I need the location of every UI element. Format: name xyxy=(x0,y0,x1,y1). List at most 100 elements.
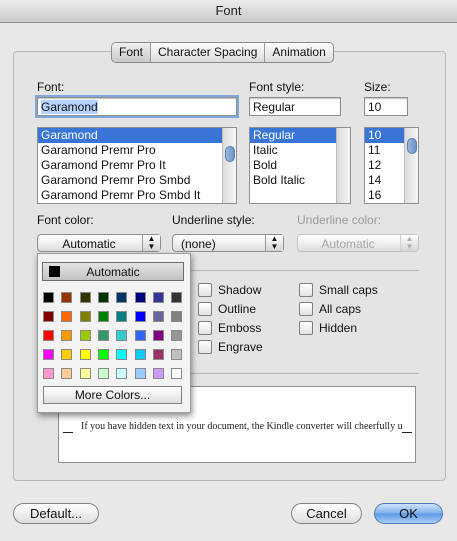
color-swatch[interactable] xyxy=(116,292,128,303)
color-swatch[interactable] xyxy=(61,368,73,379)
color-swatch[interactable] xyxy=(152,368,164,379)
color-swatch[interactable] xyxy=(97,311,109,322)
engrave-checkbox[interactable]: Engrave xyxy=(198,340,263,354)
size-list[interactable]: 10 11 12 14 16 xyxy=(364,127,419,204)
font-list[interactable]: Garamond Garamond Premr Pro Garamond Pre… xyxy=(37,127,237,204)
size-list-scrollbar[interactable] xyxy=(404,128,418,203)
color-swatch[interactable] xyxy=(43,330,54,341)
color-swatch[interactable] xyxy=(61,292,73,303)
style-list-item[interactable]: Regular xyxy=(250,128,350,143)
font-list-item[interactable]: Garamond Premr Pro Smbd It xyxy=(38,188,236,203)
color-swatch[interactable] xyxy=(61,349,73,360)
checkbox-box[interactable] xyxy=(299,302,313,316)
preview-baseline-mark xyxy=(63,432,73,433)
color-swatch[interactable] xyxy=(171,292,183,303)
color-swatch[interactable] xyxy=(79,311,91,322)
window-title: Font xyxy=(0,0,457,23)
checkbox-box[interactable] xyxy=(198,302,212,316)
color-swatch[interactable] xyxy=(152,349,164,360)
ok-button[interactable]: OK xyxy=(374,503,443,524)
color-swatch[interactable] xyxy=(134,330,146,341)
font-color-label: Font color: xyxy=(37,213,94,227)
color-swatch[interactable] xyxy=(43,368,54,379)
automatic-color-button[interactable]: Automatic xyxy=(42,262,184,281)
font-list-scrollbar[interactable] xyxy=(222,128,236,203)
color-swatch[interactable] xyxy=(61,330,73,341)
style-list-item[interactable]: Bold xyxy=(250,158,350,173)
updown-arrow-icon: ▲ ▼ xyxy=(400,235,418,251)
underline-color-value: Automatic xyxy=(321,237,375,251)
style-list-item[interactable]: Italic xyxy=(250,143,350,158)
color-swatch[interactable] xyxy=(152,330,164,341)
color-swatch[interactable] xyxy=(43,349,54,360)
font-label: Font: xyxy=(37,80,65,94)
font-color-popup[interactable]: Automatic ▲ ▼ xyxy=(37,234,161,252)
color-swatch[interactable] xyxy=(97,368,109,379)
preview-text: If you have hidden text in your document… xyxy=(81,421,403,432)
scroll-thumb[interactable] xyxy=(407,138,417,154)
checkbox-box[interactable] xyxy=(299,283,313,297)
underline-style-popup[interactable]: (none) ▲ ▼ xyxy=(172,234,284,252)
color-swatch[interactable] xyxy=(134,368,146,379)
emboss-checkbox[interactable]: Emboss xyxy=(198,321,261,335)
color-swatch[interactable] xyxy=(134,292,146,303)
color-swatch[interactable] xyxy=(152,292,164,303)
color-swatch[interactable] xyxy=(43,292,54,303)
size-value: 10 xyxy=(368,100,382,114)
color-swatch[interactable] xyxy=(152,311,164,322)
color-swatch[interactable] xyxy=(171,330,183,341)
color-swatch[interactable] xyxy=(79,292,91,303)
tab-bar: Font Character Spacing Animation xyxy=(111,42,334,63)
font-style-field[interactable]: Regular xyxy=(249,97,341,116)
color-swatch[interactable] xyxy=(116,311,128,322)
tab-character-spacing[interactable]: Character Spacing xyxy=(151,43,266,62)
font-list-item[interactable]: Garamond Premr Pro Smbd xyxy=(38,173,236,188)
font-name-value: Garamond xyxy=(41,100,98,114)
font-color-value: Automatic xyxy=(62,237,116,251)
checkbox-label: Small caps xyxy=(319,283,378,297)
all-caps-checkbox[interactable]: All caps xyxy=(299,302,361,316)
default-button[interactable]: Default... xyxy=(13,503,99,524)
outline-checkbox[interactable]: Outline xyxy=(198,302,256,316)
color-swatch[interactable] xyxy=(171,368,183,379)
style-list-item[interactable]: Bold Italic xyxy=(250,173,350,188)
color-swatch[interactable] xyxy=(97,292,109,303)
color-swatch[interactable] xyxy=(97,349,109,360)
color-swatch[interactable] xyxy=(43,311,54,322)
color-swatch[interactable] xyxy=(79,349,91,360)
font-list-item[interactable]: Garamond Premr Pro xyxy=(38,143,236,158)
color-swatch[interactable] xyxy=(134,311,146,322)
more-colors-button[interactable]: More Colors... xyxy=(43,386,182,404)
size-field[interactable]: 10 xyxy=(364,97,408,116)
color-swatch[interactable] xyxy=(116,330,128,341)
tab-animation[interactable]: Animation xyxy=(265,43,332,62)
font-list-item[interactable]: Garamond xyxy=(38,128,236,143)
color-swatch[interactable] xyxy=(171,311,183,322)
checkbox-box[interactable] xyxy=(299,321,313,335)
tab-font[interactable]: Font xyxy=(112,43,152,62)
small-caps-checkbox[interactable]: Small caps xyxy=(299,283,378,297)
checkbox-box[interactable] xyxy=(198,283,212,297)
color-swatch[interactable] xyxy=(79,368,91,379)
font-list-item[interactable]: Garamond Premr Pro It xyxy=(38,158,236,173)
checkbox-label: Emboss xyxy=(218,321,262,335)
cancel-button[interactable]: Cancel xyxy=(291,503,362,524)
color-swatch[interactable] xyxy=(97,330,109,341)
font-name-field[interactable]: Garamond xyxy=(37,97,237,116)
checkbox-box[interactable] xyxy=(198,321,212,335)
color-swatch[interactable] xyxy=(79,330,91,341)
color-swatch[interactable] xyxy=(116,368,128,379)
color-swatch[interactable] xyxy=(171,349,183,360)
checkbox-label: Hidden xyxy=(319,321,358,335)
underline-color-popup: Automatic ▲ ▼ xyxy=(297,234,419,252)
checkbox-box[interactable] xyxy=(198,340,212,354)
color-swatch[interactable] xyxy=(61,311,73,322)
font-style-list[interactable]: Regular Italic Bold Bold Italic xyxy=(249,127,351,204)
style-list-scrollbar[interactable] xyxy=(336,128,350,203)
color-swatch[interactable] xyxy=(134,349,146,360)
hidden-checkbox[interactable]: Hidden xyxy=(299,321,357,335)
scroll-thumb[interactable] xyxy=(225,146,235,162)
font-style-value: Regular xyxy=(253,100,296,114)
shadow-checkbox[interactable]: Shadow xyxy=(198,283,261,297)
color-swatch[interactable] xyxy=(116,349,128,360)
